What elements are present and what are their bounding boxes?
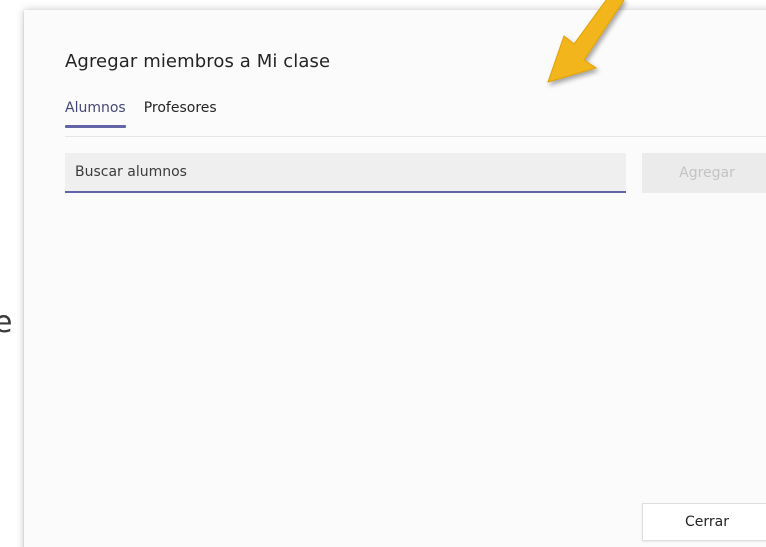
dialog-title: Agregar miembros a Mi clase	[65, 51, 331, 72]
add-members-dialog: Agregar miembros a Mi clase Alumnos Prof…	[24, 10, 766, 547]
tab-profesores[interactable]: Profesores	[144, 100, 217, 128]
member-type-tabs: Alumnos Profesores	[65, 100, 217, 130]
close-button[interactable]: Cerrar	[642, 503, 766, 541]
tab-divider	[65, 136, 766, 137]
screenshot-stage: e Agregar miembros a Mi clase Alumnos Pr…	[0, 0, 766, 547]
add-button[interactable]: Agregar	[642, 153, 766, 193]
tab-alumnos[interactable]: Alumnos	[65, 100, 126, 128]
background-text-fragment: e	[0, 305, 13, 340]
pointer-arrow-icon	[547, 0, 625, 83]
search-students-input[interactable]	[65, 153, 626, 193]
